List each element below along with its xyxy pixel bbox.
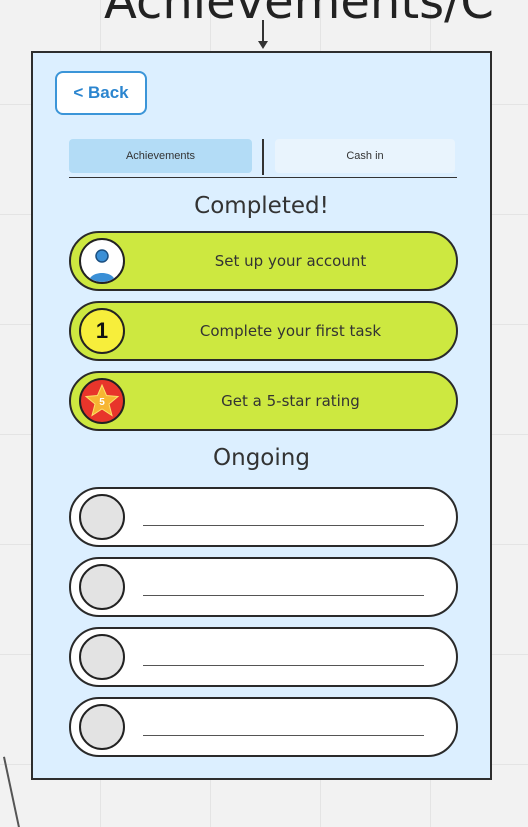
number-one-badge-icon: 1	[79, 308, 125, 354]
placeholder-text-line	[143, 665, 424, 666]
ongoing-achievement[interactable]	[69, 487, 458, 547]
placeholder-text-line	[143, 735, 424, 736]
achievement-five-star[interactable]: 5 Get a 5-star rating	[69, 371, 458, 431]
achievement-label: Set up your account	[214, 252, 367, 270]
tab-divider	[262, 139, 264, 175]
achievement-label: Get a 5-star rating	[221, 392, 360, 410]
canvas-title: Achievements/C	[104, 0, 494, 30]
phone-frame: < Back Achievements Cash in Completed! S…	[31, 51, 492, 780]
placeholder-text-line	[143, 525, 424, 526]
tab-bar: Achievements Cash in	[69, 139, 457, 178]
placeholder-badge-icon	[79, 494, 125, 540]
user-icon	[79, 238, 125, 284]
achievement-account-setup[interactable]: Set up your account	[69, 231, 458, 291]
completed-heading: Completed!	[194, 193, 329, 219]
connector-arrowhead	[258, 41, 268, 49]
star-badge-icon: 5	[79, 378, 125, 424]
ongoing-achievement[interactable]	[69, 697, 458, 757]
ongoing-heading: Ongoing	[213, 445, 310, 471]
tab-achievements[interactable]: Achievements	[69, 139, 252, 173]
back-button[interactable]: < Back	[55, 71, 147, 115]
placeholder-text-line	[143, 595, 424, 596]
svg-text:5: 5	[99, 397, 105, 408]
placeholder-badge-icon	[79, 564, 125, 610]
ongoing-achievement[interactable]	[69, 627, 458, 687]
achievement-first-task[interactable]: 1 Complete your first task	[69, 301, 458, 361]
ongoing-achievement[interactable]	[69, 557, 458, 617]
placeholder-badge-icon	[79, 634, 125, 680]
achievement-label: Complete your first task	[199, 322, 382, 340]
placeholder-badge-icon	[79, 704, 125, 750]
canvas-connector-line	[3, 756, 20, 827]
tab-cash-in[interactable]: Cash in	[275, 139, 455, 173]
